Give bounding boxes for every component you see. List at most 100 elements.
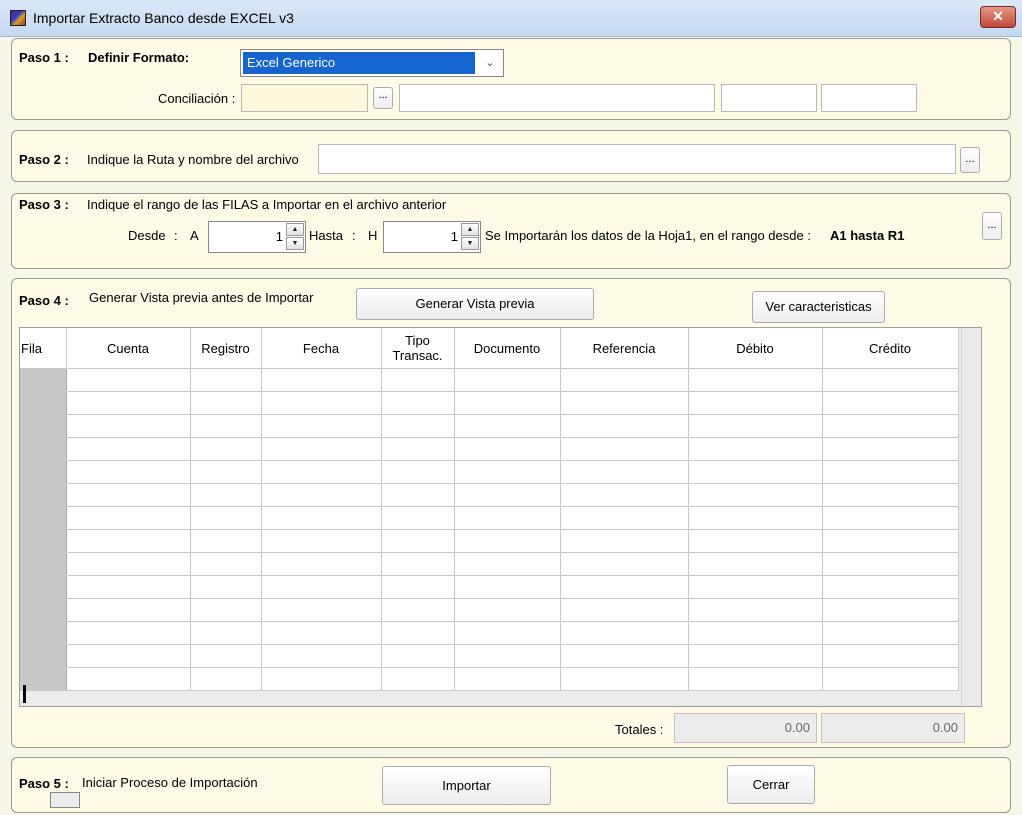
table-cell[interactable] [560,506,689,530]
table-cell[interactable] [381,644,455,668]
table-cell[interactable] [261,506,382,530]
row-header-cell[interactable] [20,460,67,484]
table-cell[interactable] [822,644,959,668]
table-cell[interactable] [381,506,455,530]
table-row[interactable] [20,460,959,484]
col-header-cuenta[interactable]: Cuenta [66,328,191,369]
conciliacion-browse-button[interactable]: ... [373,87,393,109]
table-cell[interactable] [454,598,561,622]
row-header-cell[interactable] [20,368,67,392]
table-cell[interactable] [560,437,689,461]
table-cell[interactable] [688,621,823,645]
table-cell[interactable] [454,575,561,599]
table-cell[interactable] [381,529,455,553]
row-header-cell[interactable] [20,529,67,553]
table-cell[interactable] [261,575,382,599]
vertical-scrollbar[interactable] [961,328,981,706]
cerrar-button[interactable]: Cerrar [727,765,815,804]
table-cell[interactable] [261,621,382,645]
table-cell[interactable] [688,391,823,415]
col-header-referencia[interactable]: Referencia [560,328,689,369]
col-header-fecha[interactable]: Fecha [261,328,382,369]
table-cell[interactable] [822,506,959,530]
table-row[interactable] [20,483,959,507]
table-cell[interactable] [454,552,561,576]
table-cell[interactable] [454,437,561,461]
table-cell[interactable] [381,414,455,438]
table-cell[interactable] [822,437,959,461]
table-row[interactable] [20,391,959,415]
formato-select[interactable]: Excel Generico ⌄ [240,49,504,77]
table-cell[interactable] [381,483,455,507]
table-cell[interactable] [454,391,561,415]
table-cell[interactable] [822,575,959,599]
table-cell[interactable] [66,529,191,553]
table-cell[interactable] [190,368,262,392]
table-cell[interactable] [560,391,689,415]
table-cell[interactable] [381,621,455,645]
conciliacion-desc-field[interactable] [399,84,715,112]
table-cell[interactable] [190,552,262,576]
row-header-cell[interactable] [20,644,67,668]
row-header-cell[interactable] [20,391,67,415]
table-cell[interactable] [822,460,959,484]
col-header-fila[interactable]: Fila [20,328,67,369]
table-cell[interactable] [190,414,262,438]
table-cell[interactable] [454,506,561,530]
table-cell[interactable] [66,552,191,576]
table-cell[interactable] [822,368,959,392]
table-cell[interactable] [261,368,382,392]
table-cell[interactable] [261,598,382,622]
table-cell[interactable] [688,552,823,576]
table-cell[interactable] [66,644,191,668]
table-cell[interactable] [381,460,455,484]
table-cell[interactable] [261,483,382,507]
desde-up-icon[interactable]: ▲ [286,223,304,236]
table-cell[interactable] [381,598,455,622]
row-header-cell[interactable] [20,552,67,576]
table-cell[interactable] [261,437,382,461]
col-header-tipo-transac[interactable]: Tipo Transac. [381,328,455,369]
table-cell[interactable] [190,391,262,415]
table-cell[interactable] [66,483,191,507]
table-cell[interactable] [454,460,561,484]
table-cell[interactable] [190,483,262,507]
table-cell[interactable] [822,529,959,553]
table-cell[interactable] [381,667,455,691]
col-header-documento[interactable]: Documento [454,328,561,369]
table-cell[interactable] [454,621,561,645]
table-cell[interactable] [688,437,823,461]
table-cell[interactable] [66,598,191,622]
table-cell[interactable] [66,414,191,438]
importar-button[interactable]: Importar [382,766,551,805]
desde-down-icon[interactable]: ▼ [286,237,304,250]
table-cell[interactable] [688,368,823,392]
table-cell[interactable] [822,483,959,507]
table-cell[interactable] [381,391,455,415]
table-row[interactable] [20,437,959,461]
table-row[interactable] [20,621,959,645]
hoja-browse-button[interactable]: ... [982,212,1002,240]
table-cell[interactable] [190,529,262,553]
table-cell[interactable] [66,621,191,645]
table-cell[interactable] [454,414,561,438]
table-cell[interactable] [381,368,455,392]
conciliacion-field-3[interactable] [821,84,917,112]
table-cell[interactable] [454,368,561,392]
table-cell[interactable] [822,667,959,691]
table-cell[interactable] [66,437,191,461]
table-cell[interactable] [66,460,191,484]
table-cell[interactable] [688,667,823,691]
table-row[interactable] [20,506,959,530]
row-header-cell[interactable] [20,575,67,599]
table-cell[interactable] [688,414,823,438]
table-row[interactable] [20,575,959,599]
table-cell[interactable] [190,598,262,622]
table-cell[interactable] [261,460,382,484]
table-cell[interactable] [560,552,689,576]
table-cell[interactable] [560,368,689,392]
table-cell[interactable] [261,414,382,438]
table-cell[interactable] [560,529,689,553]
table-cell[interactable] [822,598,959,622]
table-cell[interactable] [261,529,382,553]
